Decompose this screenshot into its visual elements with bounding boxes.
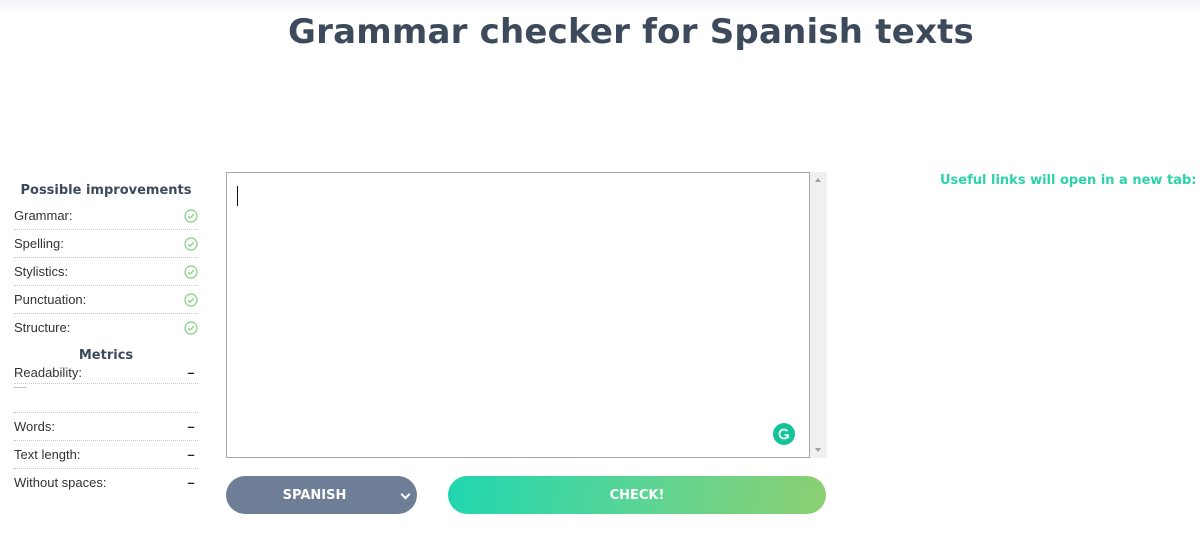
metric-row-without-spaces: Without spaces: – [14, 469, 198, 496]
check-circle-icon [184, 236, 198, 251]
improvement-row-structure: Structure: [14, 314, 198, 341]
metric-row-text-length: Text length: – [14, 441, 198, 469]
metric-label: Text length: [14, 447, 81, 462]
metric-label: Words: [14, 419, 55, 434]
improvement-row-grammar: Grammar: [14, 202, 198, 230]
editor-scrollbar[interactable] [810, 172, 827, 458]
text-input[interactable] [227, 173, 809, 457]
grammarly-icon[interactable] [773, 423, 795, 445]
metrics-heading: Metrics [78, 348, 134, 363]
improvement-label: Grammar: [14, 208, 73, 223]
metric-row-readability: Readability: – [14, 365, 198, 384]
check-circle-icon [184, 320, 198, 335]
metric-value: – [187, 365, 195, 380]
metric-label: Readability: [14, 365, 82, 380]
check-circle-icon [184, 264, 198, 279]
improvement-row-stylistics: Stylistics: [14, 258, 198, 286]
improvement-row-spelling: Spelling: [14, 230, 198, 258]
readability-bar [14, 384, 198, 413]
metric-label: Without spaces: [14, 475, 107, 490]
improvement-label: Structure: [14, 320, 71, 335]
improvement-label: Punctuation: [14, 292, 87, 307]
text-editor[interactable] [226, 172, 810, 458]
language-select[interactable]: SPANISH [226, 476, 417, 514]
text-caret [237, 186, 238, 206]
readability-bar-fill [14, 387, 26, 388]
metric-value: – [187, 447, 195, 462]
metric-value: – [187, 475, 195, 490]
metric-row-words: Words: – [14, 413, 198, 441]
improvement-label: Spelling: [14, 236, 64, 251]
metrics-list: Readability: – Words: – Text length: – W… [14, 365, 198, 496]
check-circle-icon [184, 208, 198, 223]
improvements-list: Grammar: Spelling: Stylistics: Punctuati… [14, 202, 198, 341]
improvement-row-punctuation: Punctuation: [14, 286, 198, 314]
check-circle-icon [184, 292, 198, 307]
check-button[interactable]: CHECK! [448, 476, 826, 514]
scroll-down-arrow-icon[interactable] [815, 448, 821, 452]
results-panel: Possible improvements Grammar: Spelling:… [14, 180, 198, 496]
metric-value: – [187, 419, 195, 434]
improvement-label: Stylistics: [14, 264, 69, 279]
improvements-heading: Possible improvements [20, 183, 192, 198]
language-select-value: SPANISH [282, 487, 347, 503]
page-title: Grammar checker for Spanish texts [288, 12, 974, 52]
chevron-down-icon [400, 489, 411, 500]
useful-links-note: Useful links will open in a new tab: [940, 173, 1197, 188]
scroll-up-arrow-icon[interactable] [815, 178, 821, 182]
